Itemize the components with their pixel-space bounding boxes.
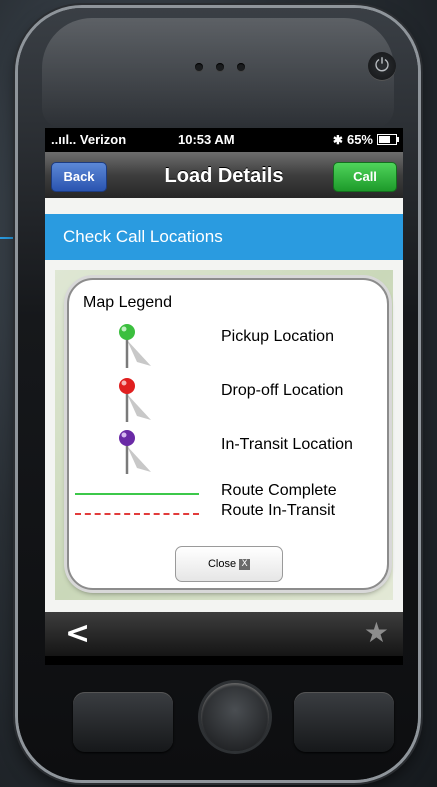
section-header[interactable]: Check Call Locations [45, 214, 403, 260]
screen: ..ııl.. Verizon 10:53 AM ✱ 65% Back Load… [45, 128, 403, 665]
bezel-gloss [42, 18, 394, 128]
hardware-right-button[interactable] [294, 692, 394, 752]
status-bar: ..ııl.. Verizon 10:53 AM ✱ 65% [45, 128, 403, 152]
battery-icon [377, 134, 399, 145]
map-legend-dialog: Map Legend Pickup Location Drop-off Loca… [67, 278, 389, 590]
home-button[interactable] [201, 683, 269, 751]
call-button[interactable]: Call [333, 162, 397, 192]
close-icon: X [239, 558, 251, 570]
speaker-grille [195, 63, 245, 71]
carrier-label: ..ııl.. Verizon [51, 132, 127, 147]
battery-status: ✱ 65% [332, 132, 399, 147]
dropoff-pin-icon [119, 378, 151, 422]
legend-pickup-label: Pickup Location [221, 328, 334, 345]
close-legend-button[interactable]: Close X [175, 546, 283, 582]
legend-dropoff-label: Drop-off Location [221, 382, 344, 399]
star-icon[interactable]: ★ [364, 616, 389, 649]
back-arrow-icon[interactable]: < [65, 616, 90, 651]
bottom-toolbar: < ★ [45, 612, 403, 656]
power-icon[interactable]: ⏻ [368, 52, 396, 80]
legend-route-complete-label: Route Complete [221, 482, 337, 499]
bluetooth-icon: ✱ [332, 132, 343, 147]
legend-route-in-transit-label: Route In-Transit [221, 502, 336, 519]
pickup-pin-icon [119, 324, 151, 368]
close-button-label: Close [207, 558, 237, 570]
status-time: 10:53 AM [178, 132, 235, 147]
in-transit-pin-icon [119, 430, 151, 474]
navigation-bar: Back Load Details Call [45, 152, 403, 199]
hardware-left-button[interactable] [73, 692, 173, 752]
battery-percent: 65% [346, 132, 373, 147]
route-complete-line [75, 493, 199, 495]
legend-title: Map Legend [83, 294, 172, 311]
legend-in-transit-label: In-Transit Location [221, 436, 353, 453]
route-in-transit-line [75, 513, 199, 515]
